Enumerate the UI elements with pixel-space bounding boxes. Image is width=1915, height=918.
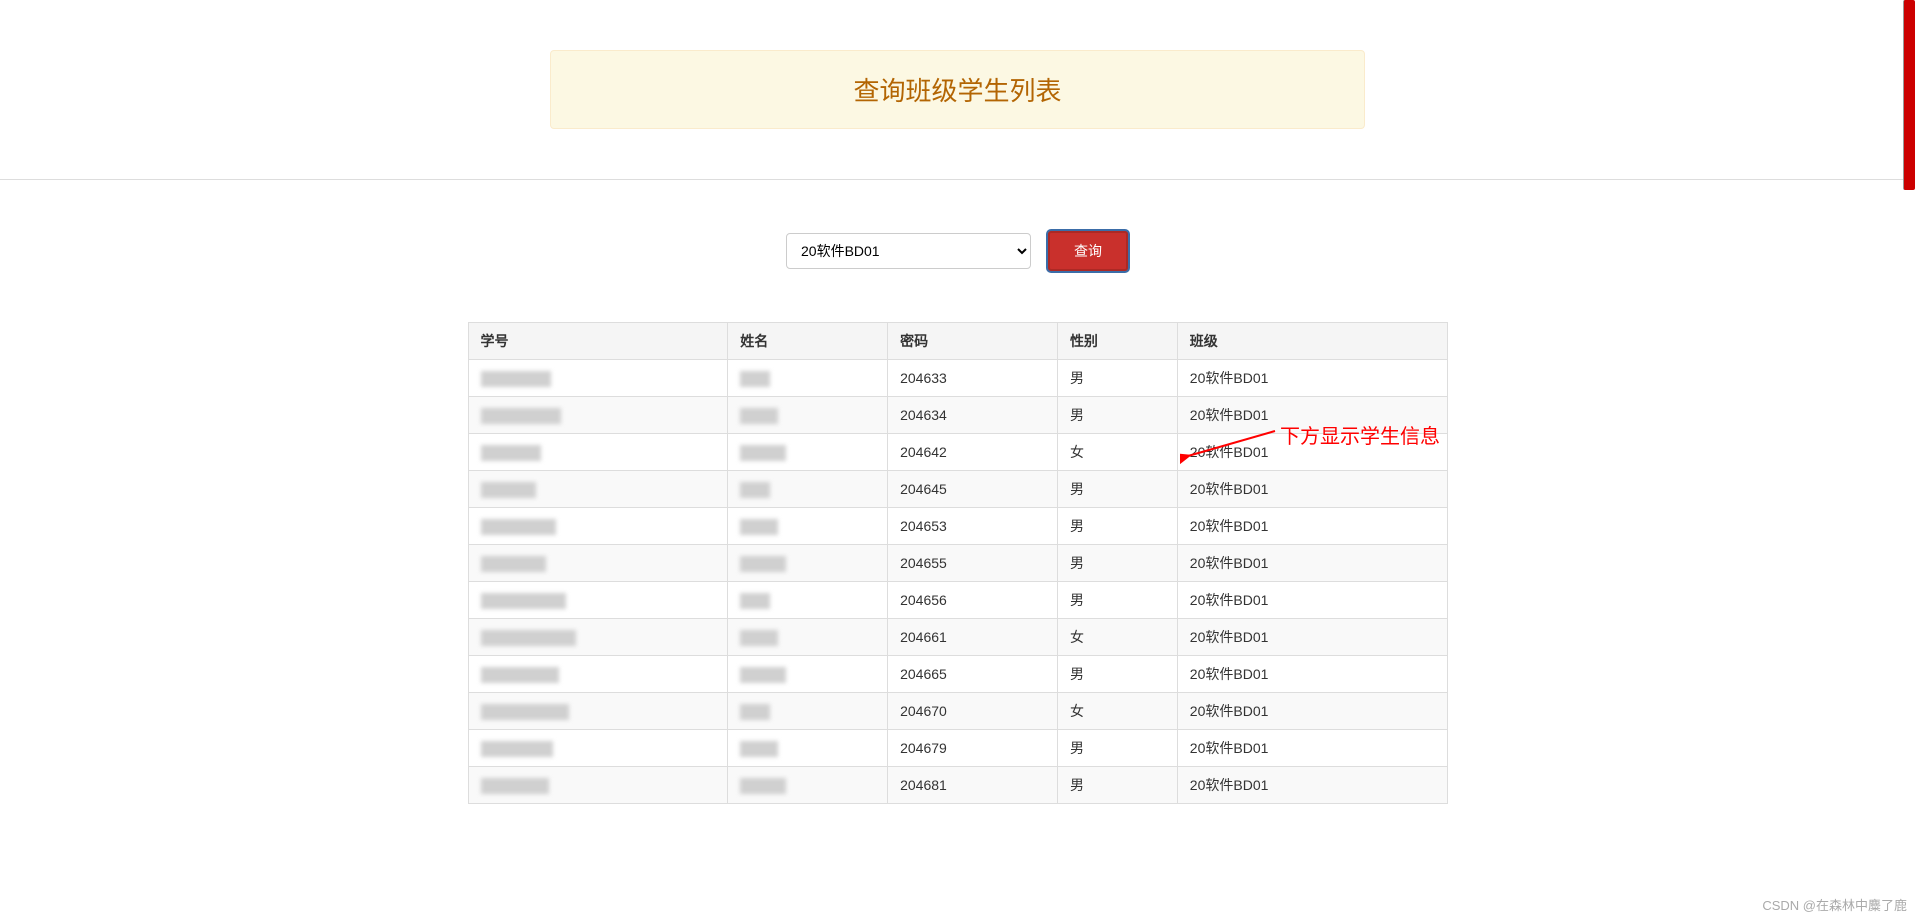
cell-id	[468, 360, 728, 397]
scrollbar[interactable]	[1903, 0, 1915, 190]
cell-class: 20软件BD01	[1177, 619, 1447, 656]
annotation-arrow	[1180, 426, 1280, 466]
cell-id	[468, 582, 728, 619]
cell-name	[728, 693, 888, 730]
table-row: 204670女20软件BD01	[468, 693, 1447, 730]
table-row: 204665男20软件BD01	[468, 656, 1447, 693]
cell-pwd: 204653	[888, 508, 1058, 545]
cell-name	[728, 656, 888, 693]
table-row: 204656男20软件BD01	[468, 582, 1447, 619]
cell-gender: 男	[1057, 582, 1177, 619]
class-select[interactable]: 20软件BD01	[786, 233, 1031, 269]
student-table-container: 学号 姓名 密码 性别 班级 204633男20软件BD01204634男20软…	[468, 322, 1448, 804]
page-header-banner: 查询班级学生列表	[550, 50, 1365, 129]
cell-id	[468, 730, 728, 767]
cell-id	[468, 619, 728, 656]
cell-name	[728, 397, 888, 434]
cell-class: 20软件BD01	[1177, 656, 1447, 693]
cell-pwd: 204645	[888, 471, 1058, 508]
header-id: 学号	[468, 323, 728, 360]
cell-class: 20软件BD01	[1177, 545, 1447, 582]
header-class: 班级	[1177, 323, 1447, 360]
cell-id	[468, 693, 728, 730]
table-row: 204645男20软件BD01	[468, 471, 1447, 508]
cell-pwd: 204633	[888, 360, 1058, 397]
cell-id	[468, 397, 728, 434]
table-row: 204661女20软件BD01	[468, 619, 1447, 656]
cell-gender: 男	[1057, 656, 1177, 693]
cell-id	[468, 508, 728, 545]
watermark: CSDN @在森林中麋了鹿	[1762, 895, 1907, 914]
search-row: 20软件BD01 查询	[0, 230, 1915, 272]
cell-pwd: 204642	[888, 434, 1058, 471]
cell-pwd: 204679	[888, 730, 1058, 767]
cell-class: 20软件BD01	[1177, 693, 1447, 730]
cell-pwd: 204634	[888, 397, 1058, 434]
cell-gender: 男	[1057, 508, 1177, 545]
table-row: 204633男20软件BD01	[468, 360, 1447, 397]
header-name: 姓名	[728, 323, 888, 360]
cell-gender: 男	[1057, 471, 1177, 508]
cell-gender: 男	[1057, 730, 1177, 767]
cell-gender: 女	[1057, 693, 1177, 730]
cell-gender: 男	[1057, 767, 1177, 804]
annotation-text: 下方显示学生信息	[1280, 420, 1440, 449]
page-title: 查询班级学生列表	[571, 71, 1344, 108]
cell-id	[468, 545, 728, 582]
cell-class: 20软件BD01	[1177, 471, 1447, 508]
cell-name	[728, 619, 888, 656]
cell-name	[728, 767, 888, 804]
cell-class: 20软件BD01	[1177, 730, 1447, 767]
cell-gender: 男	[1057, 360, 1177, 397]
cell-name	[728, 545, 888, 582]
cell-pwd: 204665	[888, 656, 1058, 693]
cell-name	[728, 434, 888, 471]
cell-name	[728, 508, 888, 545]
cell-class: 20软件BD01	[1177, 508, 1447, 545]
cell-gender: 女	[1057, 619, 1177, 656]
cell-pwd: 204656	[888, 582, 1058, 619]
table-row: 204653男20软件BD01	[468, 508, 1447, 545]
cell-gender: 女	[1057, 434, 1177, 471]
student-table: 学号 姓名 密码 性别 班级 204633男20软件BD01204634男20软…	[468, 322, 1448, 804]
cell-name	[728, 360, 888, 397]
cell-class: 20软件BD01	[1177, 360, 1447, 397]
cell-pwd: 204681	[888, 767, 1058, 804]
header-pwd: 密码	[888, 323, 1058, 360]
header-gender: 性别	[1057, 323, 1177, 360]
cell-gender: 男	[1057, 397, 1177, 434]
cell-id	[468, 471, 728, 508]
cell-id	[468, 434, 728, 471]
cell-name	[728, 730, 888, 767]
top-divider	[0, 179, 1915, 180]
cell-class: 20软件BD01	[1177, 582, 1447, 619]
cell-id	[468, 767, 728, 804]
cell-id	[468, 656, 728, 693]
table-header-row: 学号 姓名 密码 性别 班级	[468, 323, 1447, 360]
cell-name	[728, 471, 888, 508]
table-row: 204681男20软件BD01	[468, 767, 1447, 804]
table-row: 204655男20软件BD01	[468, 545, 1447, 582]
cell-pwd: 204655	[888, 545, 1058, 582]
table-row: 204679男20软件BD01	[468, 730, 1447, 767]
cell-name	[728, 582, 888, 619]
cell-pwd: 204661	[888, 619, 1058, 656]
query-button[interactable]: 查询	[1047, 230, 1129, 272]
cell-gender: 男	[1057, 545, 1177, 582]
cell-class: 20软件BD01	[1177, 767, 1447, 804]
cell-pwd: 204670	[888, 693, 1058, 730]
